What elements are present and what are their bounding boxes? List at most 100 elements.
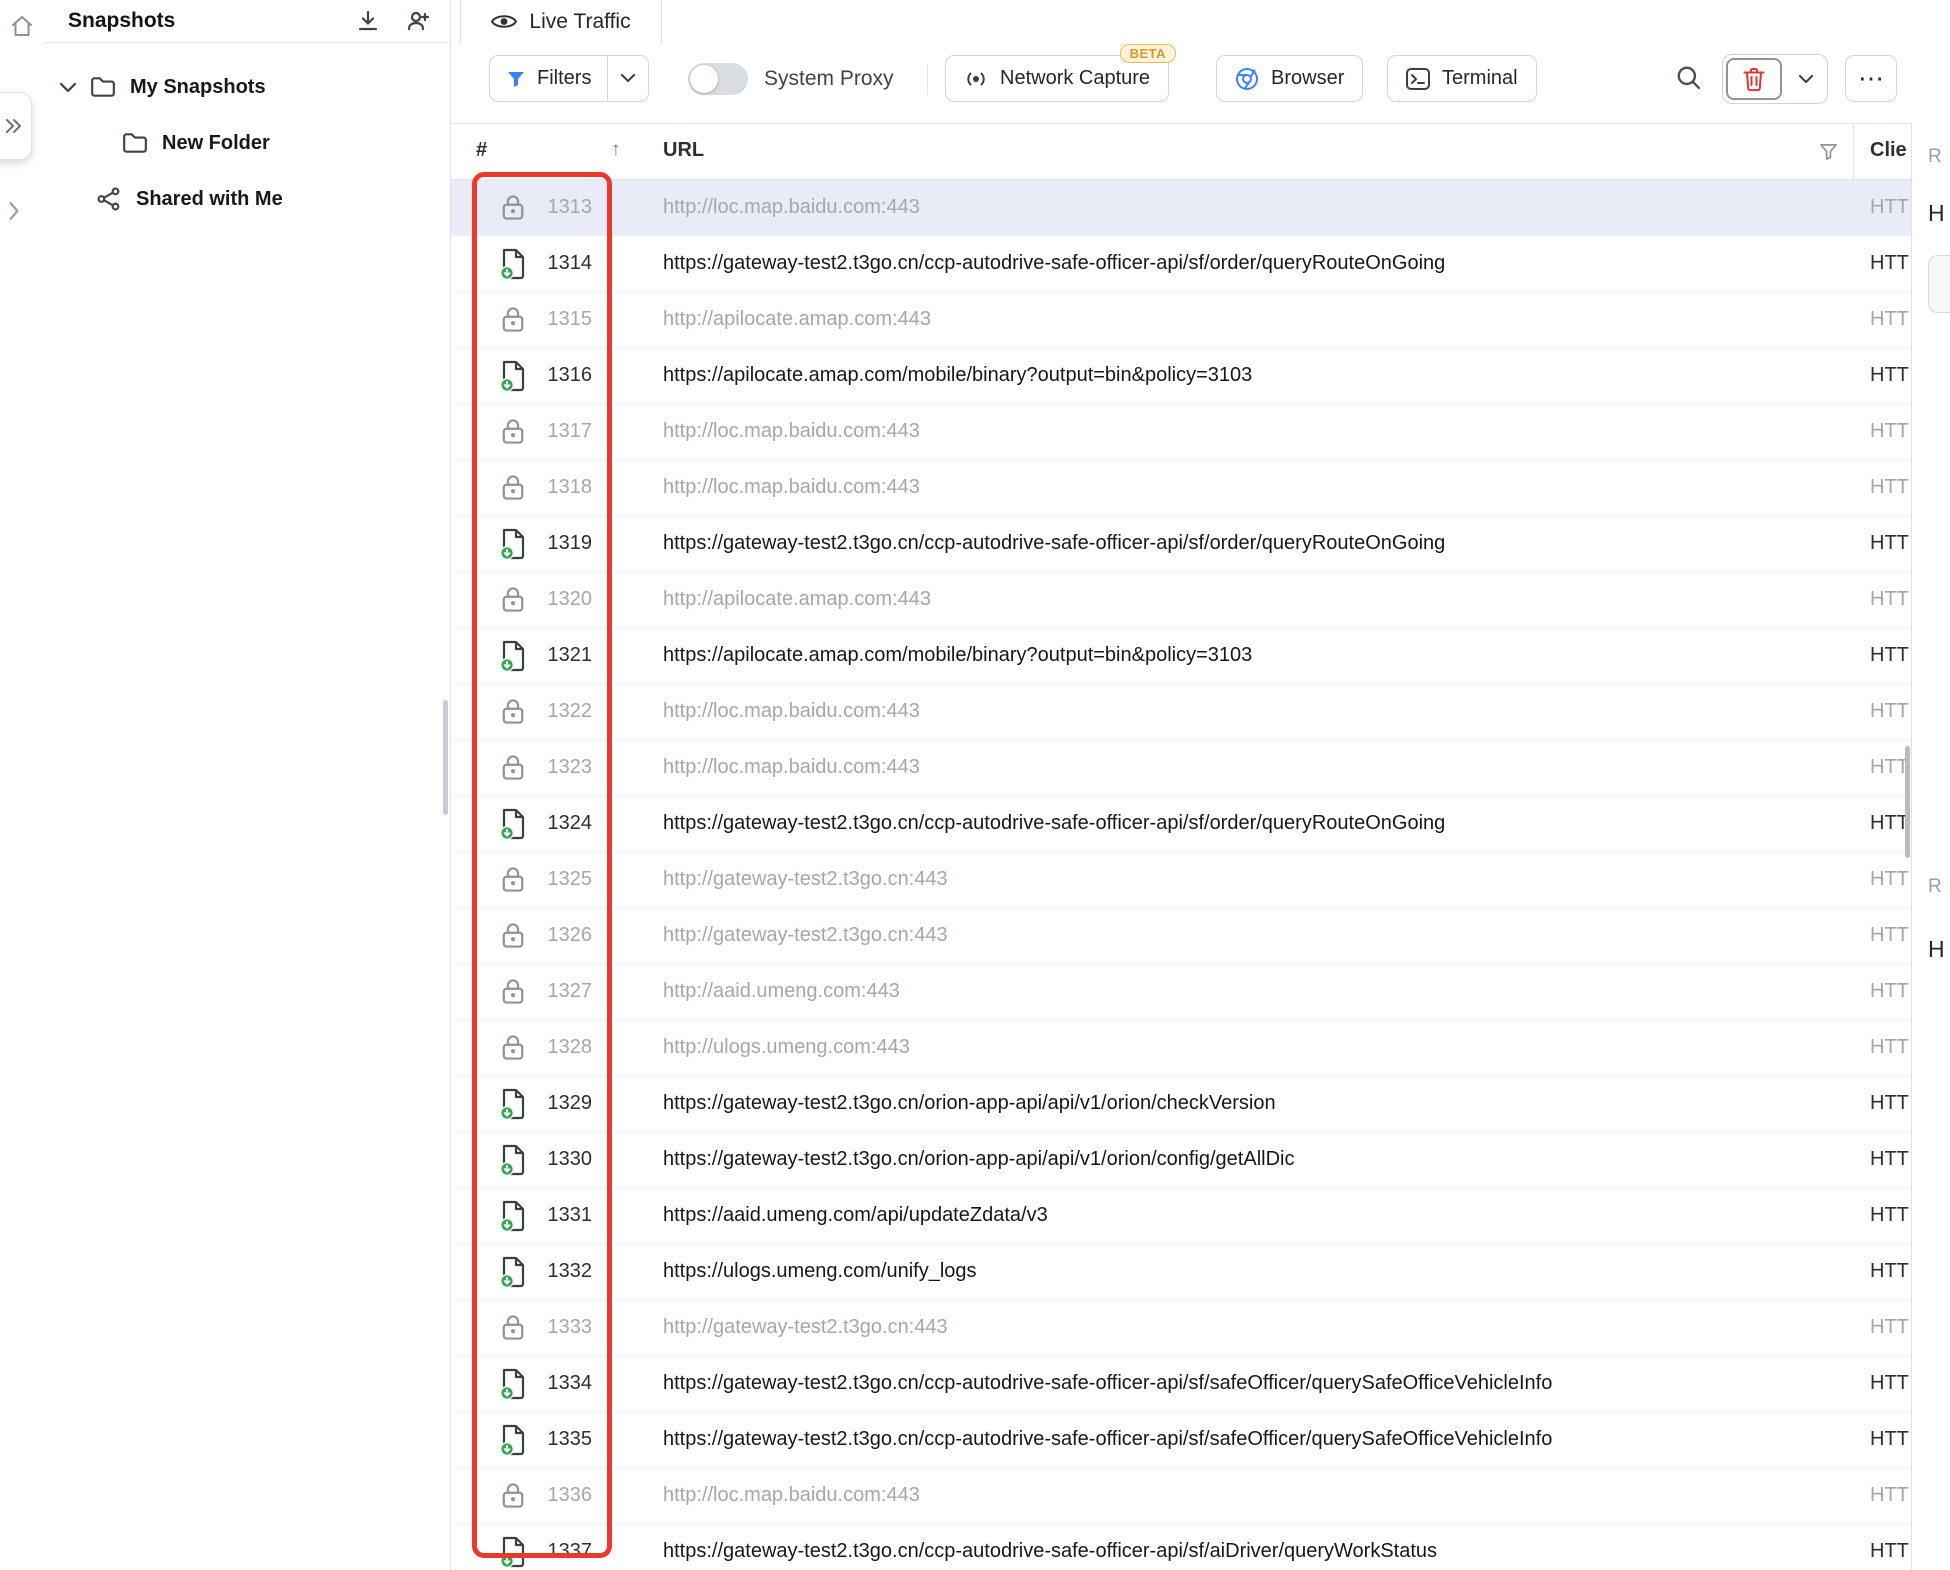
- table-row[interactable]: 1323 http://loc.map.baidu.com:443 HTT: [451, 740, 1911, 796]
- table-row[interactable]: 1332 https://ulogs.umeng.com/unify_logs …: [451, 1244, 1911, 1300]
- row-url: http://loc.map.baidu.com:443: [663, 700, 1870, 723]
- row-protocol: HTT: [1870, 476, 1911, 499]
- document-icon: [499, 808, 527, 840]
- divider: [927, 64, 928, 94]
- table-row[interactable]: 1314 https://gateway-test2.t3go.cn/ccp-a…: [451, 236, 1911, 292]
- table-scrollbar[interactable]: [1905, 746, 1910, 858]
- table-row[interactable]: 1321 https://apilocate.amap.com/mobile/b…: [451, 628, 1911, 684]
- table-row[interactable]: 1318 http://loc.map.baidu.com:443 HTT: [451, 460, 1911, 516]
- table-row[interactable]: 1322 http://loc.map.baidu.com:443 HTT: [451, 684, 1911, 740]
- system-proxy-toggle[interactable]: [688, 63, 748, 95]
- sidebar-item-shared-with-me[interactable]: Shared with Me: [44, 171, 450, 227]
- row-url: https://gateway-test2.t3go.cn/orion-app-…: [663, 1148, 1870, 1171]
- row-url: https://gateway-test2.t3go.cn/ccp-autodr…: [663, 252, 1870, 275]
- row-number: 1336: [534, 1484, 592, 1507]
- lock-icon: [501, 753, 525, 782]
- table-row[interactable]: 1326 http://gateway-test2.t3go.cn:443 HT…: [451, 908, 1911, 964]
- sidebar-title: Snapshots: [68, 9, 356, 33]
- expand-panel-handle[interactable]: [0, 92, 32, 160]
- lock-icon: [501, 585, 525, 614]
- lock-icon: [501, 1313, 525, 1342]
- table-row[interactable]: 1331 https://aaid.umeng.com/api/updateZd…: [451, 1188, 1911, 1244]
- table-row[interactable]: 1313 http://loc.map.baidu.com:443 HTT: [451, 180, 1911, 236]
- table-row[interactable]: 1328 http://ulogs.umeng.com:443 HTT: [451, 1020, 1911, 1076]
- table-row[interactable]: 1316 https://apilocate.amap.com/mobile/b…: [451, 348, 1911, 404]
- more-options-button[interactable]: ⋯: [1845, 55, 1897, 102]
- row-number: 1326: [534, 924, 592, 947]
- lock-icon: [501, 305, 525, 334]
- home-icon[interactable]: [10, 14, 34, 38]
- row-url: https://gateway-test2.t3go.cn/orion-app-…: [663, 1092, 1870, 1115]
- document-icon: [499, 1200, 527, 1232]
- chevron-down-icon: [621, 74, 635, 83]
- share-users-button[interactable]: [406, 9, 434, 33]
- table-row[interactable]: 1324 https://gateway-test2.t3go.cn/ccp-a…: [451, 796, 1911, 852]
- table-row[interactable]: 1319 https://gateway-test2.t3go.cn/ccp-a…: [451, 516, 1911, 572]
- capture-icon: [964, 67, 988, 91]
- table-row[interactable]: 1317 http://loc.map.baidu.com:443 HTT: [451, 404, 1911, 460]
- clear-session-button[interactable]: [1726, 58, 1782, 100]
- detail-fragment: H: [1928, 200, 1945, 227]
- document-icon: [499, 1424, 527, 1456]
- system-proxy-label: System Proxy: [764, 67, 894, 91]
- row-number: 1333: [534, 1316, 592, 1339]
- row-url: https://gateway-test2.t3go.cn/ccp-autodr…: [663, 812, 1870, 835]
- column-divider[interactable]: [1853, 124, 1854, 179]
- table-row[interactable]: 1330 https://gateway-test2.t3go.cn/orion…: [451, 1132, 1911, 1188]
- terminal-button[interactable]: Terminal: [1387, 55, 1537, 102]
- table-row[interactable]: 1337 https://gateway-test2.t3go.cn/ccp-a…: [451, 1524, 1911, 1570]
- table-row[interactable]: 1329 https://gateway-test2.t3go.cn/orion…: [451, 1076, 1911, 1132]
- table-row[interactable]: 1327 http://aaid.umeng.com:443 HTT: [451, 964, 1911, 1020]
- row-url: http://loc.map.baidu.com:443: [663, 196, 1870, 219]
- sidebar-item-my-snapshots[interactable]: My Snapshots: [44, 59, 450, 115]
- browser-button[interactable]: Browser: [1216, 55, 1363, 102]
- left-rail: [0, 0, 44, 1570]
- system-proxy-control[interactable]: System Proxy: [688, 63, 894, 95]
- sidebar-item-new-folder[interactable]: New Folder: [44, 115, 450, 171]
- table-row[interactable]: 1334 https://gateway-test2.t3go.cn/ccp-a…: [451, 1356, 1911, 1412]
- import-snapshot-button[interactable]: [356, 9, 380, 33]
- table-row[interactable]: 1336 http://loc.map.baidu.com:443 HTT: [451, 1468, 1911, 1524]
- document-icon: [499, 248, 527, 280]
- main-panel: Live Traffic Filters System Proxy: [451, 0, 1950, 1570]
- column-filter-icon[interactable]: [1819, 142, 1838, 161]
- row-url: http://gateway-test2.t3go.cn:443: [663, 924, 1870, 947]
- sidebar-item-label: Shared with Me: [136, 188, 283, 211]
- row-url: https://apilocate.amap.com/mobile/binary…: [663, 644, 1870, 667]
- column-header-client[interactable]: Clie: [1870, 139, 1911, 162]
- column-header-url[interactable]: URL: [663, 139, 704, 162]
- row-url: http://apilocate.amap.com:443: [663, 308, 1870, 331]
- document-icon: [499, 1536, 527, 1568]
- row-number: 1318: [534, 476, 592, 499]
- sort-ascending-icon[interactable]: ↑: [611, 139, 621, 161]
- chevron-right-icon[interactable]: [8, 202, 20, 220]
- detail-panel-edge: R H R H: [1912, 0, 1950, 1570]
- chevron-down-icon[interactable]: [60, 82, 76, 93]
- network-capture-button[interactable]: Network Capture BETA: [945, 55, 1169, 102]
- filters-button[interactable]: Filters: [489, 55, 649, 102]
- row-number: 1327: [534, 980, 592, 1003]
- row-protocol: HTT: [1870, 252, 1911, 275]
- funnel-icon: [506, 69, 526, 89]
- row-number: 1315: [534, 308, 592, 331]
- table-row[interactable]: 1325 http://gateway-test2.t3go.cn:443 HT…: [451, 852, 1911, 908]
- clear-session-dropdown-button[interactable]: [1785, 55, 1827, 103]
- column-header-number[interactable]: #: [476, 139, 487, 162]
- sidebar-item-label: My Snapshots: [130, 76, 266, 99]
- tab-live-traffic[interactable]: Live Traffic: [460, 0, 662, 43]
- detail-fragment: H: [1928, 936, 1945, 963]
- lock-icon: [501, 977, 525, 1006]
- table-row[interactable]: 1335 https://gateway-test2.t3go.cn/ccp-a…: [451, 1412, 1911, 1468]
- table-row[interactable]: 1333 http://gateway-test2.t3go.cn:443 HT…: [451, 1300, 1911, 1356]
- filters-dropdown-button[interactable]: [608, 56, 648, 101]
- row-protocol: HTT: [1870, 1204, 1911, 1227]
- search-button[interactable]: [1675, 64, 1703, 92]
- sidebar-scrollbar[interactable]: [443, 700, 448, 815]
- snapshots-sidebar: Snapshots My Snapshots: [44, 0, 451, 1570]
- row-protocol: HTT: [1870, 1092, 1911, 1115]
- table-row[interactable]: 1320 http://apilocate.amap.com:443 HTT: [451, 572, 1911, 628]
- detail-fragment: R: [1928, 876, 1942, 898]
- row-number: 1325: [534, 868, 592, 891]
- table-row[interactable]: 1315 http://apilocate.amap.com:443 HTT: [451, 292, 1911, 348]
- row-protocol: HTT: [1870, 1540, 1911, 1563]
